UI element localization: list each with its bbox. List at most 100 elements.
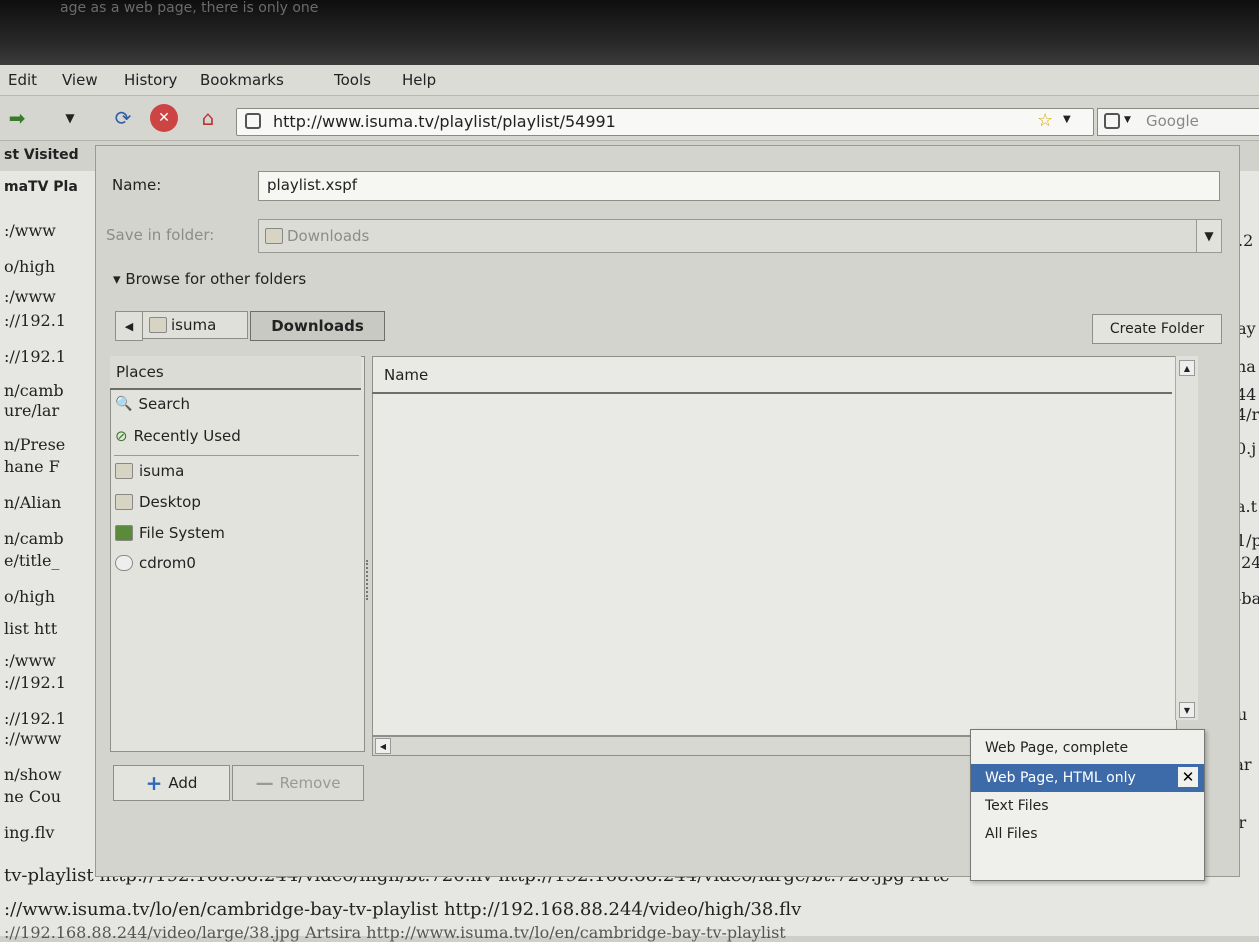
url-bar[interactable]: http://www.isuma.tv/playlist/playlist/54… [236, 108, 1094, 136]
url-dropdown-icon[interactable]: ▼ [1063, 114, 1071, 125]
bg-text-line: ://192.1 [4, 347, 66, 366]
bg-text-line: o/high [4, 257, 55, 276]
place-desktop[interactable]: Desktop [115, 493, 201, 511]
bg-text-line: n/Prese [4, 435, 66, 454]
file-type-dropdown-menu: Web Page, complete Web Page, HTML only ✕… [970, 729, 1205, 881]
top-caption: age as a web page, there is only one [60, 0, 319, 16]
filter-text-files[interactable]: Text Files [971, 792, 1204, 820]
bg-text-line: n/Alian [4, 493, 62, 512]
place-label: cdrom0 [139, 554, 196, 572]
places-header[interactable]: Places [110, 356, 361, 390]
bg-text-line: ://192.1 [4, 709, 66, 728]
place-label: Search [138, 395, 190, 413]
place-isuma[interactable]: isuma [115, 462, 184, 480]
filter-all-files[interactable]: All Files [971, 820, 1204, 848]
places-separator [114, 455, 359, 456]
chevron-down-icon[interactable]: ▼ [1196, 219, 1222, 253]
place-file-system[interactable]: File System [115, 524, 225, 542]
bg-text-line: ing.flv [4, 823, 55, 842]
browse-label: Browse for other folders [125, 270, 307, 288]
menu-bookmarks[interactable]: Bookmarks [200, 71, 284, 89]
bg-text-line: ://www [4, 729, 62, 748]
files-name-column-header[interactable]: Name [372, 360, 1172, 394]
menu-tools[interactable]: Tools [334, 71, 371, 89]
bg-text-line: hane F [4, 457, 60, 476]
bg-text-line: list htt [4, 619, 58, 638]
add-label: Add [168, 774, 198, 792]
save-in-folder-label: Save in folder: [106, 226, 215, 244]
bg-text-line: :/www [4, 287, 56, 306]
scroll-up-icon[interactable]: ▲ [1179, 360, 1195, 376]
cdrom-icon [115, 555, 133, 571]
reload-icon[interactable]: ⟳ [108, 104, 138, 132]
bg-text-line: .2 [1238, 231, 1254, 250]
filename-input[interactable]: playlist.xspf [258, 171, 1220, 201]
filter-web-page-complete[interactable]: Web Page, complete [971, 734, 1204, 762]
folder-combo-value: Downloads [287, 227, 370, 245]
breadcrumb-label: isuma [171, 316, 217, 334]
history-dropdown-icon[interactable]: ▼ [60, 106, 80, 130]
folder-icon [115, 463, 133, 479]
bg-text-line: ://192.1 [4, 673, 66, 692]
place-recently-used[interactable]: ⊘ Recently Used [115, 427, 241, 445]
add-button[interactable]: + Add [113, 765, 230, 801]
scroll-left-icon[interactable]: ◀ [375, 738, 391, 754]
folder-icon [265, 228, 283, 244]
page-icon [245, 113, 261, 129]
breadcrumb-label: Downloads [271, 317, 364, 335]
menu-history[interactable]: History [124, 71, 177, 89]
place-label: isuma [139, 462, 185, 480]
search-icon: 🔍 [115, 396, 133, 412]
filter-web-page-html-only[interactable]: Web Page, HTML only ✕ [971, 764, 1204, 792]
bookmark-most-visited[interactable]: st Visited [4, 147, 79, 163]
files-vertical-scrollbar[interactable]: ▲ ▼ [1175, 356, 1198, 720]
bg-text-line: e/title_ [4, 551, 60, 570]
create-folder-button[interactable]: Create Folder [1092, 314, 1222, 344]
breadcrumb-downloads[interactable]: Downloads [250, 311, 385, 341]
save-in-folder-combo[interactable]: Downloads [258, 219, 1198, 253]
remove-button[interactable]: — Remove [232, 765, 364, 801]
search-bar[interactable]: ▼ Google [1097, 108, 1259, 136]
tab-isumatv-playlist[interactable]: maTV Pla [4, 179, 78, 195]
filename-value: playlist.xspf [267, 176, 358, 194]
close-icon[interactable]: ✕ [1178, 767, 1198, 787]
files-horizontal-scrollbar[interactable]: ◀ [372, 736, 979, 756]
browse-folders-expander[interactable]: ▾ Browse for other folders [113, 270, 306, 288]
remove-label: Remove [279, 774, 341, 792]
drive-icon [115, 525, 133, 541]
breadcrumb-back-button[interactable]: ◀ [115, 311, 143, 341]
place-label: File System [139, 524, 225, 542]
engine-dropdown-icon[interactable]: ▼ [1124, 115, 1131, 125]
search-engine-icon[interactable] [1104, 113, 1120, 129]
name-label: Name: [112, 176, 162, 194]
files-pane [372, 356, 1177, 736]
folder-icon [149, 317, 167, 333]
minus-icon: — [255, 772, 274, 794]
menubar: Edit View History Bookmarks Tools Help [0, 65, 1259, 96]
bg-text-line: o/high [4, 587, 55, 606]
bg-text-line: n/show [4, 765, 62, 784]
filter-label: Web Page, HTML only [985, 770, 1136, 786]
place-search[interactable]: 🔍 Search [115, 395, 190, 413]
menu-edit[interactable]: Edit [8, 71, 37, 89]
bg-text-line: ://192.1 [4, 311, 66, 330]
star-icon[interactable]: ☆ [1037, 110, 1053, 131]
place-label: Recently Used [133, 427, 241, 445]
places-header-label: Places [116, 363, 164, 381]
pane-resize-handle[interactable] [366, 560, 371, 600]
bg-text-line: ://192.168.88.244/video/large/38.jpg Art… [4, 923, 786, 942]
home-icon[interactable]: ⌂ [193, 104, 223, 132]
menu-help[interactable]: Help [402, 71, 436, 89]
place-cdrom0[interactable]: cdrom0 [115, 554, 196, 572]
scroll-down-icon[interactable]: ▼ [1179, 702, 1195, 718]
menu-view[interactable]: View [62, 71, 98, 89]
bg-text-line: :/www [4, 221, 56, 240]
bg-text-line: ure/lar [4, 401, 60, 420]
url-text: http://www.isuma.tv/playlist/playlist/54… [273, 112, 616, 131]
place-label: Desktop [139, 493, 201, 511]
name-column-label: Name [384, 366, 429, 384]
breadcrumb-isuma[interactable]: isuma [142, 311, 248, 339]
forward-icon[interactable]: ➡ [2, 106, 32, 130]
bg-text-line: ://www.isuma.tv/lo/en/cambridge-bay-tv-p… [4, 899, 802, 920]
stop-icon[interactable]: ✕ [150, 104, 178, 132]
